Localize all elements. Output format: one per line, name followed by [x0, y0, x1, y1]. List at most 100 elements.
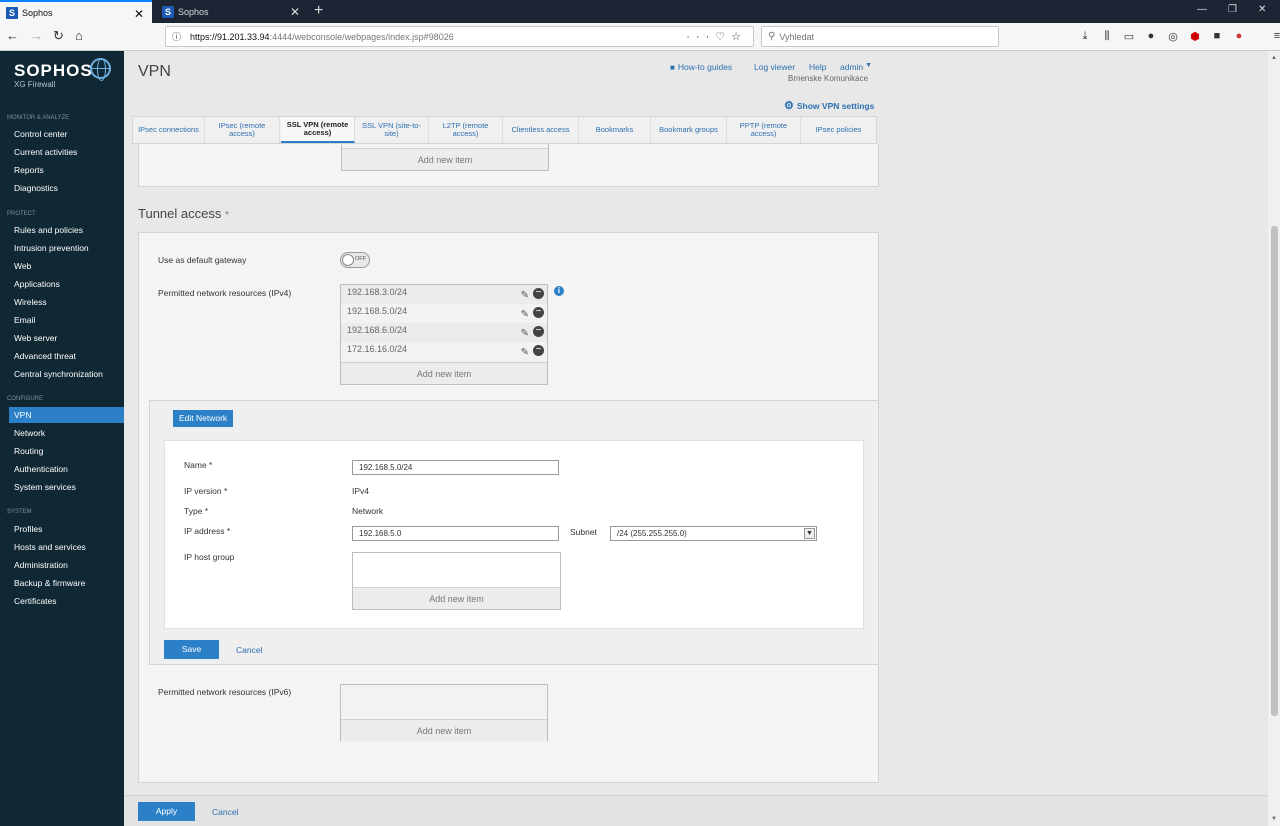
restore-icon[interactable]: ❐	[1228, 4, 1237, 15]
browser-tab-inactive[interactable]: S Sophos ✕	[156, 0, 308, 23]
sidebar-item-routing[interactable]: Routing	[14, 446, 43, 456]
menu-icon[interactable]: ≡	[1270, 30, 1280, 43]
new-tab-icon[interactable]: +	[314, 2, 323, 20]
sidebar-icon[interactable]: ▭	[1122, 30, 1136, 43]
tab-ipsec-policies[interactable]: IPsec policies	[801, 117, 876, 143]
scroll-down-icon[interactable]: ▼	[1271, 816, 1277, 822]
ip-address-field[interactable]: 192.168.5.0	[352, 526, 559, 541]
page-scrollbar[interactable]: ▲ ▼	[1268, 51, 1280, 826]
site-info-icon[interactable]: ⓘ	[172, 30, 181, 43]
add-new-item-button[interactable]: Add new item	[341, 719, 547, 741]
minimize-icon[interactable]: —	[1197, 4, 1207, 15]
sidebar-item-authentication[interactable]: Authentication	[14, 464, 68, 474]
download-icon[interactable]: ⤓	[1078, 30, 1092, 43]
edit-pencil-icon[interactable]: ✎	[521, 307, 529, 322]
home-icon[interactable]: ⌂	[75, 28, 83, 43]
sidebar-item-administration[interactable]: Administration	[14, 560, 68, 570]
sidebar-item-web-server[interactable]: Web server	[14, 333, 57, 343]
ipv6-resources-list: Add new item	[340, 684, 548, 741]
how-to-guides-link[interactable]: ■ How-to guides	[670, 62, 732, 72]
sidebar-item-vpn[interactable]: VPN	[9, 407, 124, 423]
page-title: VPN	[138, 63, 171, 80]
close-tab-icon[interactable]: ✕	[290, 5, 300, 19]
edit-pencil-icon[interactable]: ✎	[521, 288, 529, 303]
page-actions-icon[interactable]: ···	[686, 31, 715, 43]
sidebar-item-intrusion[interactable]: Intrusion prevention	[14, 243, 89, 253]
admin-menu[interactable]: admin ▼	[840, 62, 872, 72]
tab-pptp[interactable]: PPTP (remote access)	[727, 117, 801, 143]
sidebar-item-email[interactable]: Email	[14, 315, 35, 325]
sidebar-item-backup[interactable]: Backup & firmware	[14, 578, 85, 588]
bookmark-star-icon[interactable]: ☆	[731, 31, 747, 43]
adblock-icon[interactable]: ⬢	[1188, 30, 1202, 43]
extension-red-icon[interactable]: ●	[1232, 30, 1246, 43]
show-vpn-settings-link[interactable]: ⚙ Show VPN settings	[784, 99, 874, 112]
list-item: 192.168.6.0/24 ✎ −	[341, 323, 547, 342]
section-monitor: MONITOR & ANALYZE	[7, 115, 70, 121]
sidebar-item-certificates[interactable]: Certificates	[14, 596, 57, 606]
name-field[interactable]: 192.168.5.0/24	[352, 460, 559, 475]
tab-bookmarks[interactable]: Bookmarks	[579, 117, 651, 143]
sidebar-item-applications[interactable]: Applications	[14, 279, 60, 289]
cancel-link[interactable]: Cancel	[236, 645, 262, 655]
sidebar-item-central-sync[interactable]: Central synchronization	[14, 369, 103, 379]
type-value: Network	[352, 506, 384, 516]
back-icon[interactable]: ←	[6, 28, 19, 43]
default-gateway-toggle[interactable]: OFF	[340, 252, 370, 268]
help-link[interactable]: Help	[809, 62, 826, 72]
tab-ipsec-remote[interactable]: IPsec (remote access)	[205, 117, 280, 143]
subnet-select[interactable]: /24 (255.255.255.0) ▼	[610, 526, 817, 541]
sidebar-item-web[interactable]: Web	[14, 261, 31, 271]
library-icon[interactable]: ⫼	[1100, 30, 1114, 43]
url-bar[interactable]: ⓘ https://91.201.33.94:4444/webconsole/w…	[165, 26, 754, 47]
extension-icon[interactable]: ●	[1144, 30, 1158, 43]
sidebar-item-advanced-threat[interactable]: Advanced threat	[14, 351, 76, 361]
add-new-item-button[interactable]: Add new item	[353, 587, 560, 609]
sidebar-item-hosts-services[interactable]: Hosts and services	[14, 542, 86, 552]
add-new-item-button[interactable]: Add new item	[342, 148, 548, 170]
sidebar-item-diagnostics[interactable]: Diagnostics	[14, 183, 58, 193]
remove-icon[interactable]: −	[533, 345, 544, 356]
footer-cancel-link[interactable]: Cancel	[212, 807, 238, 817]
network-name: 172.16.16.0/24	[347, 344, 408, 354]
extension-dark-icon[interactable]: ■	[1210, 30, 1224, 43]
forward-icon[interactable]: →	[30, 28, 43, 43]
reload-icon[interactable]: ↻	[53, 28, 64, 44]
sync-icon[interactable]: ◎	[1166, 30, 1180, 43]
sidebar-item-system-services[interactable]: System services	[14, 482, 76, 492]
scrollbar-thumb[interactable]	[1271, 226, 1278, 716]
browser-tab-label: Sophos	[22, 7, 53, 18]
log-viewer-link[interactable]: Log viewer	[754, 62, 795, 72]
add-new-item-button[interactable]: Add new item	[341, 362, 547, 384]
search-input[interactable]: ⚲ Vyhledat	[761, 26, 999, 47]
window-close-icon[interactable]: ✕	[1258, 4, 1266, 15]
pocket-icon[interactable]: ♡	[715, 31, 731, 43]
save-button[interactable]: Save	[164, 640, 219, 659]
tab-clientless[interactable]: Clientless access	[503, 117, 579, 143]
remove-icon[interactable]: −	[533, 288, 544, 299]
sidebar-item-current-activities[interactable]: Current activities	[14, 147, 77, 157]
sidebar-item-reports[interactable]: Reports	[14, 165, 44, 175]
sidebar-item-network[interactable]: Network	[14, 428, 45, 438]
remove-icon[interactable]: −	[533, 307, 544, 318]
sidebar-item-control-center[interactable]: Control center	[14, 129, 67, 139]
tab-bookmark-groups[interactable]: Bookmark groups	[651, 117, 727, 143]
subnet-label: Subnet	[570, 527, 597, 537]
tab-l2tp[interactable]: L2TP (remote access)	[429, 117, 503, 143]
sidebar-item-profiles[interactable]: Profiles	[14, 524, 42, 534]
remove-icon[interactable]: −	[533, 326, 544, 337]
sidebar-item-wireless[interactable]: Wireless	[14, 297, 47, 307]
tab-ssl-vpn-site[interactable]: SSL VPN (site-to-site)	[355, 117, 429, 143]
scroll-up-icon[interactable]: ▲	[1271, 55, 1277, 61]
tab-ssl-vpn-remote[interactable]: SSL VPN (remote access)	[281, 117, 355, 143]
info-icon[interactable]: i	[554, 286, 564, 296]
vpn-tabs: IPsec connections IPsec (remote access) …	[132, 116, 877, 144]
browser-tab-active[interactable]: S Sophos ✕	[0, 0, 152, 23]
toolbar-icons: ⤓ ⫼ ▭ ● ◎ ⬢ ■ ● ≡	[1078, 30, 1280, 43]
apply-button[interactable]: Apply	[138, 802, 195, 821]
edit-pencil-icon[interactable]: ✎	[521, 345, 529, 360]
tab-ipsec-connections[interactable]: IPsec connections	[133, 117, 205, 143]
edit-pencil-icon[interactable]: ✎	[521, 326, 529, 341]
close-tab-icon[interactable]: ✕	[134, 7, 144, 21]
sidebar-item-rules[interactable]: Rules and policies	[14, 225, 83, 235]
